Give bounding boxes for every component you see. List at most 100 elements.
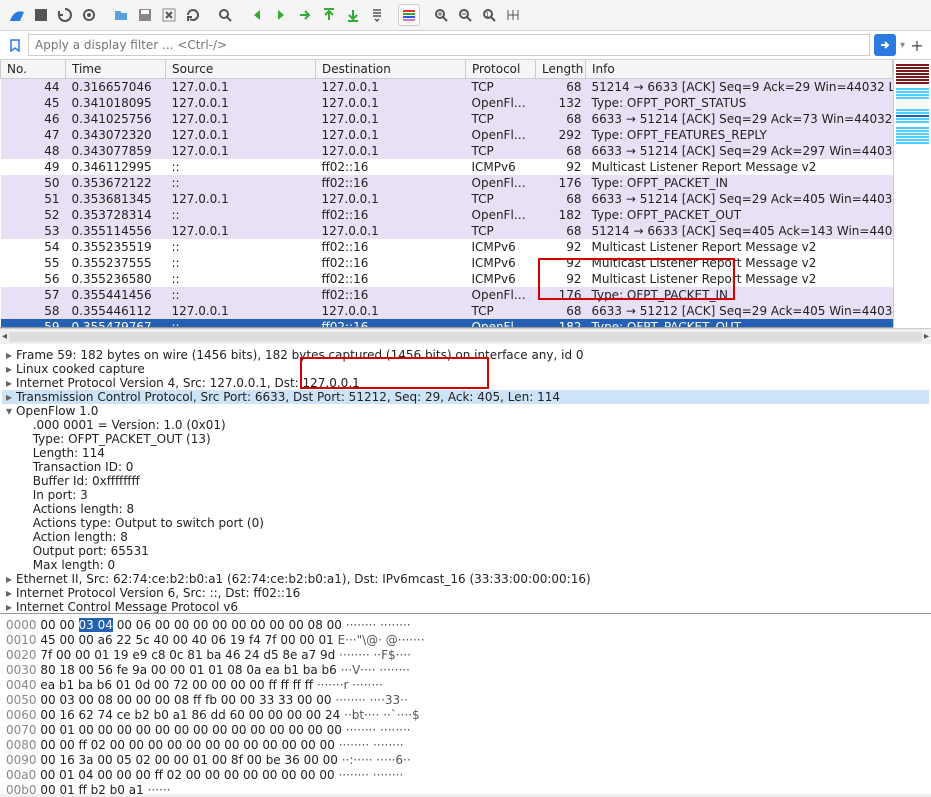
hex-row[interactable]: 0060 00 16 62 74 ce b2 b0 a1 86 dd 60 00… <box>6 708 925 723</box>
detail-of-actlen2[interactable]: Action length: 8 <box>2 530 929 544</box>
packet-row[interactable]: 590.355479767::ff02::16OpenFl…182Type: O… <box>1 319 893 328</box>
find-icon[interactable] <box>214 4 236 26</box>
column-header-info[interactable]: Info <box>586 60 893 79</box>
display-filter-input[interactable] <box>28 34 870 56</box>
packet-cell: Multicast Listener Report Message v2 <box>586 239 893 255</box>
detail-of-version[interactable]: .000 0001 = Version: 1.0 (0x01) <box>2 418 929 432</box>
packet-h-scrollbar[interactable]: ◂▸ <box>0 328 931 344</box>
hex-row[interactable]: 0000 00 00 03 04 00 06 00 00 00 00 00 00… <box>6 618 925 633</box>
packet-cell: 127.0.0.1 <box>166 95 316 111</box>
column-header-time[interactable]: Time <box>66 60 166 79</box>
packet-row[interactable]: 540.355235519::ff02::16ICMPv692Multicast… <box>1 239 893 255</box>
detail-ipv4[interactable]: ▸Internet Protocol Version 4, Src: 127.0… <box>2 376 929 390</box>
detail-of-outport[interactable]: Output port: 65531 <box>2 544 929 558</box>
expand-icon[interactable]: ▸ <box>6 600 16 614</box>
packet-cell: :: <box>166 239 316 255</box>
zoom-in-icon[interactable] <box>430 4 452 26</box>
packet-cell: ICMPv6 <box>466 159 536 175</box>
detail-of-xid[interactable]: Transaction ID: 0 <box>2 460 929 474</box>
hex-row[interactable]: 0030 80 18 00 56 fe 9a 00 00 01 01 08 0a… <box>6 663 925 678</box>
options-icon[interactable] <box>78 4 100 26</box>
go-back-icon[interactable] <box>246 4 268 26</box>
detail-of-inport[interactable]: In port: 3 <box>2 488 929 502</box>
hex-row[interactable]: 0090 00 16 3a 00 05 02 00 00 01 00 8f 00… <box>6 753 925 768</box>
packet-row[interactable]: 450.341018095127.0.0.1127.0.0.1OpenFl…13… <box>1 95 893 111</box>
packet-row[interactable]: 470.343072320127.0.0.1127.0.0.1OpenFl…29… <box>1 127 893 143</box>
packet-row[interactable]: 480.343077859127.0.0.1127.0.0.1TCP686633… <box>1 143 893 159</box>
packet-row[interactable]: 460.341025756127.0.0.1127.0.0.1TCP686633… <box>1 111 893 127</box>
packet-minimap[interactable] <box>893 60 931 328</box>
expand-icon[interactable]: ▸ <box>6 390 16 404</box>
detail-eth[interactable]: ▸Ethernet II, Src: 62:74:ce:b2:b0:a1 (62… <box>2 572 929 586</box>
resize-cols-icon[interactable] <box>502 4 524 26</box>
column-header-no[interactable]: No. <box>1 60 66 79</box>
packet-cell: :: <box>166 159 316 175</box>
packet-cell: 68 <box>536 143 586 159</box>
restart-icon[interactable] <box>54 4 76 26</box>
hex-row[interactable]: 0040 ea b1 ba b6 01 0d 00 72 00 00 00 00… <box>6 678 925 693</box>
detail-of-acttype[interactable]: Actions type: Output to switch port (0) <box>2 516 929 530</box>
packet-row[interactable]: 440.316657046127.0.0.1127.0.0.1TCP685121… <box>1 79 893 96</box>
packet-table-scroll[interactable]: No.TimeSourceDestinationProtocolLengthIn… <box>0 60 893 328</box>
hex-row[interactable]: 0050 00 03 00 08 00 00 00 08 ff fb 00 00… <box>6 693 925 708</box>
column-header-length[interactable]: Length <box>536 60 586 79</box>
packet-row[interactable]: 570.355441456::ff02::16OpenFl…176Type: O… <box>1 287 893 303</box>
packet-row[interactable]: 560.355236580::ff02::16ICMPv692Multicast… <box>1 271 893 287</box>
stop-icon[interactable] <box>30 4 52 26</box>
packet-row[interactable]: 510.353681345127.0.0.1127.0.0.1TCP686633… <box>1 191 893 207</box>
add-filter-button[interactable]: + <box>909 36 925 55</box>
go-forward-icon[interactable] <box>270 4 292 26</box>
detail-icmpv6[interactable]: ▸Internet Control Message Protocol v6 <box>2 600 929 614</box>
shark-fin-icon[interactable] <box>6 4 28 26</box>
apply-filter-button[interactable] <box>874 34 896 56</box>
expand-icon[interactable]: ▸ <box>6 572 16 586</box>
packet-cell: TCP <box>466 111 536 127</box>
column-header-protocol[interactable]: Protocol <box>466 60 536 79</box>
packet-bytes-pane[interactable]: 0000 00 00 03 04 00 06 00 00 00 00 00 00… <box>0 614 931 794</box>
packet-row[interactable]: 580.355446112127.0.0.1127.0.0.1TCP686633… <box>1 303 893 319</box>
detail-of-maxlen[interactable]: Max length: 0 <box>2 558 929 572</box>
packet-cell: 53 <box>1 223 66 239</box>
zoom-reset-icon[interactable]: 1 <box>478 4 500 26</box>
column-header-destination[interactable]: Destination <box>316 60 466 79</box>
open-icon[interactable] <box>110 4 132 26</box>
detail-of-actlen[interactable]: Actions length: 8 <box>2 502 929 516</box>
detail-of-buffer[interactable]: Buffer Id: 0xffffffff <box>2 474 929 488</box>
detail-ipv6[interactable]: ▸Internet Protocol Version 6, Src: ::, D… <box>2 586 929 600</box>
go-last-icon[interactable] <box>342 4 364 26</box>
detail-of-type[interactable]: Type: OFPT_PACKET_OUT (13) <box>2 432 929 446</box>
collapse-icon[interactable]: ▾ <box>6 404 16 418</box>
packet-row[interactable]: 490.346112995::ff02::16ICMPv692Multicast… <box>1 159 893 175</box>
detail-frame[interactable]: ▸Frame 59: 182 bytes on wire (1456 bits)… <box>2 348 929 362</box>
column-header-source[interactable]: Source <box>166 60 316 79</box>
packet-row[interactable]: 530.355114556127.0.0.1127.0.0.1TCP685121… <box>1 223 893 239</box>
reload-icon[interactable] <box>182 4 204 26</box>
hex-row[interactable]: 0070 00 01 00 00 00 00 00 00 00 00 00 00… <box>6 723 925 738</box>
packet-cell: 6633 → 51214 [ACK] Seq=29 Ack=73 Win=440… <box>586 111 893 127</box>
hex-row[interactable]: 00b0 00 01 ff b2 b0 a1 ······ <box>6 783 925 794</box>
expand-icon[interactable]: ▸ <box>6 586 16 600</box>
detail-sll[interactable]: ▸Linux cooked capture <box>2 362 929 376</box>
expand-icon[interactable]: ▸ <box>6 348 16 362</box>
save-icon[interactable] <box>134 4 156 26</box>
hex-row[interactable]: 0080 00 00 ff 02 00 00 00 00 00 00 00 00… <box>6 738 925 753</box>
packet-row[interactable]: 550.355237555::ff02::16ICMPv692Multicast… <box>1 255 893 271</box>
packet-details-pane[interactable]: ▸Frame 59: 182 bytes on wire (1456 bits)… <box>0 344 931 614</box>
auto-scroll-icon[interactable] <box>366 4 388 26</box>
hex-row[interactable]: 0010 45 00 00 a6 22 5c 40 00 40 06 19 f4… <box>6 633 925 648</box>
expand-icon[interactable]: ▸ <box>6 376 16 390</box>
bookmark-icon[interactable] <box>6 36 24 54</box>
detail-tcp[interactable]: ▸Transmission Control Protocol, Src Port… <box>2 390 929 404</box>
detail-openflow[interactable]: ▾OpenFlow 1.0 <box>2 404 929 418</box>
packet-row[interactable]: 520.353728314::ff02::16OpenFl…182Type: O… <box>1 207 893 223</box>
packet-row[interactable]: 500.353672122::ff02::16OpenFl…176Type: O… <box>1 175 893 191</box>
detail-of-length[interactable]: Length: 114 <box>2 446 929 460</box>
zoom-out-icon[interactable] <box>454 4 476 26</box>
go-first-icon[interactable] <box>318 4 340 26</box>
expand-icon[interactable]: ▸ <box>6 362 16 376</box>
close-icon[interactable] <box>158 4 180 26</box>
hex-row[interactable]: 00a0 00 01 04 00 00 00 ff 02 00 00 00 00… <box>6 768 925 783</box>
go-to-icon[interactable] <box>294 4 316 26</box>
colorize-icon[interactable] <box>398 4 420 26</box>
hex-row[interactable]: 0020 7f 00 00 01 19 e9 c8 0c 81 ba 46 24… <box>6 648 925 663</box>
